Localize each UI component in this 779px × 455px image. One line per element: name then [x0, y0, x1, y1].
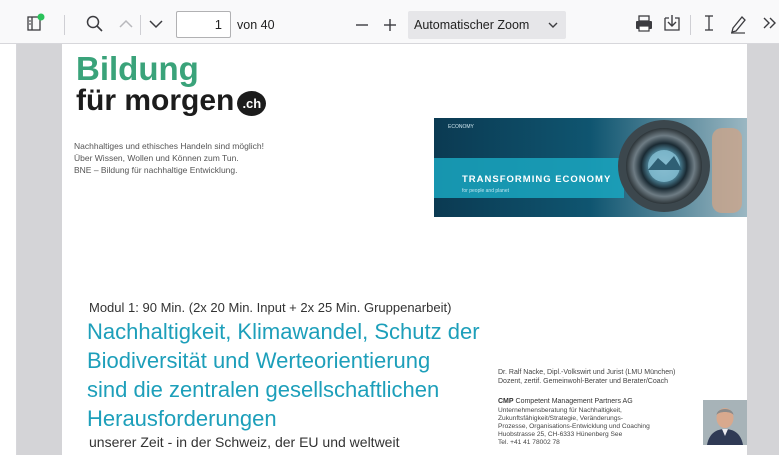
- sidebar-toggle-button[interactable]: [24, 12, 48, 34]
- chevron-down-icon: [149, 20, 163, 29]
- logo-line-1: Bildung: [76, 50, 199, 87]
- company-line: Zukunftsfähigkeit/Strategie, Veränderung…: [498, 415, 623, 422]
- logo-text: für morgen: [76, 84, 235, 117]
- heading-line: Herausforderungen: [87, 406, 277, 431]
- double-chevron-right-icon: [763, 17, 776, 29]
- heading-line: Biodiversität und Werteorientierung: [87, 348, 431, 373]
- author-line: Dozent, zertif. Gemeinwohl-Berater und B…: [498, 378, 669, 385]
- transforming-economy-banner: ECONOMY TRANSFORMING ECONOMY for people …: [434, 118, 747, 217]
- previous-page-button[interactable]: [116, 13, 136, 35]
- pen-icon: [731, 16, 746, 34]
- company-name: CMP Competent Management Partners AG: [498, 398, 633, 405]
- module-line: Modul 1: 90 Min. (2x 20 Min. Input + 2x …: [89, 300, 451, 315]
- page-total-label: von 40: [237, 18, 275, 32]
- download-icon: [664, 15, 680, 31]
- text-tool-button[interactable]: [699, 12, 719, 34]
- more-tools-button[interactable]: [759, 12, 779, 34]
- page-number-input[interactable]: 1: [176, 11, 231, 38]
- minus-icon: [356, 24, 368, 26]
- company-line: Prozesse, Organisations-Entwicklung und …: [498, 423, 650, 430]
- company-abbrev: CMP: [498, 398, 514, 405]
- print-icon: [636, 15, 652, 32]
- author-photo: [703, 400, 747, 445]
- sidebar-edge: [0, 44, 17, 455]
- tagline-line: BNE – Bildung für nachhaltige Entwicklun…: [74, 165, 238, 175]
- company-line: Tel. +41 41 78002 78: [498, 439, 560, 446]
- sidebar-icon: [27, 13, 45, 31]
- draw-tool-button[interactable]: [727, 12, 749, 34]
- print-button[interactable]: [633, 12, 655, 34]
- author-line: Dr. Ralf Nacke, Dipl.-Volkswirt und Juri…: [498, 369, 676, 376]
- zoom-in-button[interactable]: [380, 13, 400, 35]
- banner-brand: ECONOMY: [448, 124, 474, 130]
- heading-line: sind die zentralen gesellschaftlichen: [87, 377, 440, 402]
- tagline-line: Über Wissen, Wollen und Können zum Tun.: [74, 153, 239, 163]
- plus-icon: [384, 19, 396, 31]
- search-button[interactable]: [84, 13, 106, 35]
- zoom-select-value: Automatischer Zoom: [414, 18, 530, 32]
- module-label: Modul 1:: [89, 300, 139, 315]
- toolbar-divider: [690, 15, 691, 35]
- banner-subtitle: for people and planet: [462, 188, 509, 194]
- company-line: Huobstrasse 25, CH-6333 Hünenberg See: [498, 431, 623, 438]
- banner-title: TRANSFORMING ECONOMY: [462, 174, 612, 185]
- next-page-button[interactable]: [146, 13, 166, 35]
- person-portrait-image: [703, 400, 747, 445]
- text-cursor-icon: [705, 15, 713, 31]
- module-detail: 90 Min. (2x 20 Min. Input + 2x 25 Min. G…: [142, 300, 452, 315]
- toolbar-divider: [140, 15, 141, 35]
- heading-line: Nachhaltigkeit, Klimawandel, Schutz der: [87, 319, 480, 344]
- pdf-toolbar: 1 von 40 Automatischer Zoom: [0, 0, 779, 44]
- camera-lens-image: [434, 118, 747, 217]
- logo-badge: .ch: [237, 91, 267, 116]
- toolbar-divider: [64, 15, 65, 35]
- tagline-line: Nachhaltiges und ethisches Handeln sind …: [74, 141, 264, 151]
- search-icon: [86, 15, 103, 32]
- pdf-page: Bildung für morgen .ch Nachhaltiges und e…: [62, 44, 747, 455]
- company-line: Unternehmensberatung für Nachhaltigkeit,: [498, 407, 622, 414]
- save-button[interactable]: [661, 12, 683, 34]
- company-fullname: Competent Management Partners AG: [515, 398, 633, 405]
- chevron-up-icon: [119, 19, 133, 28]
- subheading: unserer Zeit - in der Schweiz, der EU un…: [89, 434, 400, 450]
- logo-line-2: für morgen .ch: [76, 84, 267, 118]
- zoom-out-button[interactable]: [352, 13, 372, 35]
- zoom-select[interactable]: Automatischer Zoom: [408, 11, 566, 39]
